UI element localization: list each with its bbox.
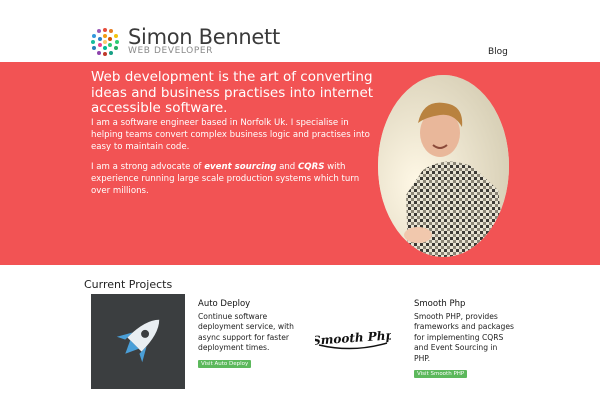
auto-deploy-image bbox=[91, 294, 185, 389]
hero-advocacy-mid: and bbox=[276, 162, 298, 172]
logo-dots-icon[interactable] bbox=[90, 27, 120, 57]
project-desc-auto-deploy: Continue software deployment service, wi… bbox=[198, 312, 294, 353]
visit-smooth-php-button[interactable]: Visit Smooth PHP bbox=[414, 370, 468, 378]
portrait-photo bbox=[378, 75, 509, 257]
portrait-illustration bbox=[378, 75, 509, 257]
site-subtitle: WEB DEVELOPER bbox=[128, 46, 214, 56]
project-name-auto-deploy: Auto Deploy bbox=[198, 299, 251, 309]
hero-advocacy: I am a strong advocate of event sourcing… bbox=[91, 161, 375, 198]
smooth-php-logo: Smooth Php bbox=[315, 328, 391, 350]
site-header: Simon Bennett WEB DEVELOPER Blog bbox=[0, 0, 600, 62]
hero-advocacy-prefix: I am a strong advocate of bbox=[91, 162, 205, 172]
cqrs-emphasis: CQRS bbox=[298, 162, 325, 172]
projects-heading: Current Projects bbox=[84, 278, 173, 291]
hero-title: Web development is the art of converting… bbox=[91, 69, 374, 116]
hero-banner: Web development is the art of converting… bbox=[0, 62, 600, 265]
hero-intro: I am a software engineer based in Norfol… bbox=[91, 118, 370, 153]
event-sourcing-emphasis: event sourcing bbox=[204, 162, 277, 172]
visit-auto-deploy-button[interactable]: Visit Auto Deploy bbox=[198, 360, 252, 368]
project-name-smooth-php: Smooth Php bbox=[414, 299, 466, 309]
nav-blog-link[interactable]: Blog bbox=[488, 47, 508, 57]
rocket-icon bbox=[116, 319, 160, 363]
project-desc-smooth-php: Smooth PHP, provides frameworks and pack… bbox=[414, 312, 514, 363]
